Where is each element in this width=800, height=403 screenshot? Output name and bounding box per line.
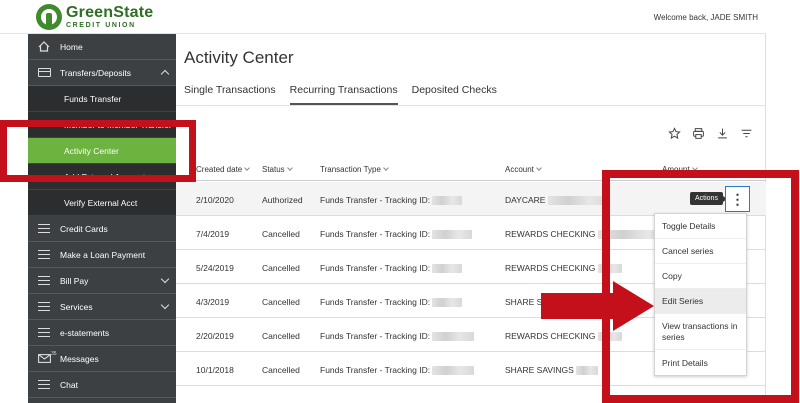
sidebar: Home Transfers/Deposits Funds Transfer M… [28, 34, 176, 403]
arrow-icon [541, 281, 654, 331]
sidebar-item-messages[interactable]: 35 Messages [28, 346, 176, 372]
sidebar-item-label: Home [60, 41, 83, 52]
redacted-id [432, 332, 475, 342]
sidebar-item-loan-payment[interactable]: Make a Loan Payment [28, 242, 176, 268]
cell-type: Funds Transfer - Tracking ID: [320, 297, 463, 308]
cell-type: Funds Transfer - Tracking ID: [320, 263, 463, 274]
sidebar-subitem-verify-external[interactable]: Verify External Acct [28, 190, 176, 216]
cell-status: Authorized [262, 195, 303, 205]
sidebar-item-home[interactable]: Home [28, 34, 176, 60]
sidebar-item-chat[interactable]: Chat [28, 372, 176, 398]
menu-icon [28, 302, 60, 311]
sort-chevron-icon [536, 165, 542, 171]
print-icon[interactable] [691, 126, 705, 140]
download-icon[interactable] [715, 126, 729, 140]
cell-status: Cancelled [262, 331, 300, 341]
tab-bar: Single Transactions Recurring Transactio… [184, 84, 497, 105]
sidebar-item-services[interactable]: Services [28, 294, 176, 320]
welcome-text: Welcome back, JADE SMITH [653, 13, 758, 22]
menu-icon [28, 250, 60, 259]
cell-date: 2/10/2020 [196, 195, 234, 205]
menu-icon [28, 328, 60, 337]
sort-chevron-icon [244, 165, 251, 171]
cell-date: 4/3/2019 [196, 297, 230, 307]
cell-type: Funds Transfer - Tracking ID: [320, 229, 473, 240]
cell-account: SHARE SAVINGS [505, 365, 599, 376]
cell-date: 10/1/2018 [196, 365, 234, 375]
cell-status: Cancelled [262, 297, 300, 307]
cell-account: DAYCARE [505, 195, 610, 206]
tree-icon [36, 4, 62, 30]
cell-type: Funds Transfer - Tracking ID: [320, 365, 475, 376]
menu-icon [28, 380, 60, 389]
menu-icon [28, 276, 60, 285]
redacted-id [432, 298, 463, 308]
card-icon [28, 68, 60, 77]
tabs-divider [176, 105, 766, 106]
cell-date: 2/20/2019 [196, 331, 234, 341]
column-header-transaction-type[interactable]: Transaction Type [320, 165, 389, 174]
tab-deposited-checks[interactable]: Deposited Checks [412, 84, 497, 105]
sidebar-item-credit-cards[interactable]: Credit Cards [28, 216, 176, 242]
sidebar-item-estatements[interactable]: e-statements [28, 320, 176, 346]
chevron-down-icon [160, 300, 170, 310]
logo[interactable]: GreenState CREDIT UNION [36, 4, 153, 30]
sort-chevron-icon [286, 165, 293, 171]
sort-chevron-icon [383, 165, 389, 171]
sidebar-item-label: Credit Cards [60, 223, 108, 234]
sidebar-item-label: Bill Pay [60, 275, 89, 286]
logo-subtitle: CREDIT UNION [66, 22, 136, 29]
sidebar-item-label: Chat [60, 379, 78, 390]
cell-status: Cancelled [262, 365, 300, 375]
menu-icon [28, 224, 60, 233]
messages-count: 35 [51, 351, 57, 357]
tab-recurring-transactions[interactable]: Recurring Transactions [289, 84, 398, 105]
tab-single-transactions[interactable]: Single Transactions [184, 84, 276, 105]
chevron-down-icon [160, 274, 170, 284]
sidebar-item-label: e-statements [60, 327, 110, 338]
cell-type: Funds Transfer - Tracking ID: [320, 331, 475, 342]
sidebar-item-label: Messages [60, 353, 99, 364]
cell-date: 5/24/2019 [196, 263, 234, 273]
filter-icon[interactable] [739, 126, 753, 140]
sidebar-item-label: Transfers/Deposits [60, 67, 132, 78]
redacted-id [432, 196, 463, 206]
redacted-account [576, 366, 599, 376]
sidebar-item-label: Make a Loan Payment [60, 249, 146, 260]
column-header-created-date[interactable]: Created date [196, 165, 251, 174]
highlight-box-activity-center [0, 120, 196, 182]
chevron-up-icon [160, 69, 170, 79]
cell-status: Cancelled [262, 229, 300, 239]
cell-type: Funds Transfer - Tracking ID: [320, 195, 463, 206]
logo-name: GreenState [66, 4, 154, 21]
page-title: Activity Center [184, 48, 294, 67]
redacted-id [432, 230, 473, 240]
sidebar-item-label: Services [60, 301, 93, 312]
redacted-id [432, 264, 463, 274]
column-header-account[interactable]: Account [505, 165, 542, 174]
cell-date: 7/4/2019 [196, 229, 230, 239]
redacted-account [547, 196, 610, 206]
column-header-status[interactable]: Status [262, 165, 293, 174]
sidebar-item-transfers[interactable]: Transfers/Deposits [28, 60, 176, 86]
table-toolbar [667, 126, 753, 140]
star-icon[interactable] [667, 126, 681, 140]
cell-status: Cancelled [262, 263, 300, 273]
sidebar-subitem-funds-transfer[interactable]: Funds Transfer [28, 86, 176, 112]
sidebar-item-bill-pay[interactable]: Bill Pay [28, 268, 176, 294]
redacted-id [432, 366, 475, 376]
top-header: GreenState CREDIT UNION Welcome back, JA… [0, 0, 766, 34]
home-icon [28, 41, 60, 52]
